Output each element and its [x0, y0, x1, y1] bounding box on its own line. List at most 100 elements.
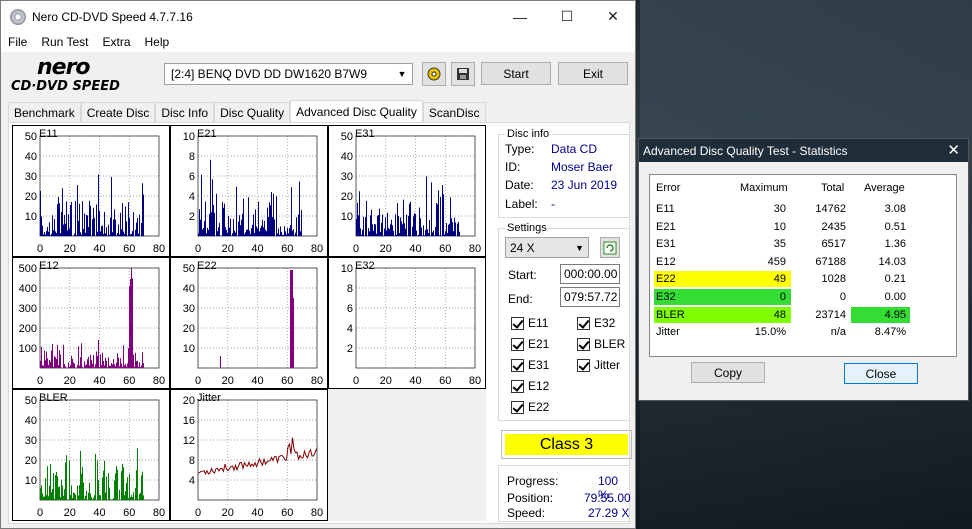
series-bars: [40, 174, 144, 236]
statistics-list: Error Maximum Total Average E11 30 14762 3.08 E2…: [649, 174, 957, 357]
statistics-row[interactable]: E22 49 1028 0.21: [650, 271, 950, 289]
cell-total: n/a: [830, 326, 846, 339]
speed-value: 27.29 X: [588, 506, 630, 520]
x-tick-label: 40: [409, 243, 421, 255]
chart-plot: 201612840 20 40 60 80: [183, 395, 323, 519]
drive-select[interactable]: [2:4] BENQ DVD DD DW1620 B7W9 ▼: [164, 63, 413, 85]
cell-total: 67188: [815, 255, 846, 268]
cell-average: 0.00: [884, 291, 906, 303]
tab-disc-info[interactable]: Disc Info: [155, 102, 215, 122]
cell-error: BLER: [656, 308, 685, 321]
checkbox-e32[interactable]: E32: [577, 316, 615, 330]
statistics-row[interactable]: E12 459 67188 14.03: [650, 254, 950, 272]
close-button[interactable]: ✕: [590, 1, 636, 32]
checkbox-e12[interactable]: E12: [511, 379, 549, 393]
empty-chart-slot: [328, 389, 486, 521]
checkbox-e22[interactable]: E22: [511, 400, 549, 414]
speed-select[interactable]: 24 X ▼: [505, 237, 589, 258]
y-tick-label: 20: [25, 191, 37, 203]
statistics-row[interactable]: E31 35 6517 1.36: [650, 236, 950, 254]
checkbox-e21-label: E21: [528, 337, 550, 351]
checkbox-jitter[interactable]: Jitter: [577, 358, 620, 372]
chart-title: Jitter: [197, 392, 221, 404]
chart-plot: 1086420 20 40 60 80: [341, 263, 481, 387]
chart-plot: 50 40 30 20 10 0 20 40 60 80: [183, 263, 323, 387]
column-header[interactable]: Total: [821, 182, 844, 194]
checkbox-checked-icon: [511, 337, 524, 351]
tab-disc-quality[interactable]: Disc Quality: [214, 102, 291, 122]
class-result-label: Class 3: [505, 434, 628, 455]
logo-nero-text: nero: [37, 55, 91, 80]
refresh-speed-button[interactable]: [600, 237, 620, 258]
start-input[interactable]: 000:00.00: [560, 264, 620, 284]
x-tick-label: 40: [93, 375, 105, 387]
y-tick-label: 16: [183, 415, 195, 427]
x-tick-label: 80: [469, 375, 481, 387]
cell-total: 23714: [815, 308, 846, 321]
advanced-disc-quality-panel: 50 40 30 20 10 0 20 40 60 80 E11 10 8 6 4 2 0 20 40 60 80 E21…: [8, 122, 632, 524]
menu-extra[interactable]: Extra: [95, 35, 137, 49]
chart-e32: 10 8 6 4 2 0 20 40 60 80 E32: [328, 257, 486, 389]
x-tick-label: 40: [409, 375, 421, 387]
y-tick-label: 200: [19, 323, 37, 335]
minimize-button[interactable]: —: [497, 1, 543, 32]
chart-jitter: 20 16 12 8 4 0 20 40 60 80 Jitter: [170, 389, 328, 521]
save-button[interactable]: [451, 62, 475, 86]
menu-file[interactable]: File: [1, 35, 34, 49]
x-tick-label: 20: [222, 507, 234, 519]
x-tick-label: 80: [153, 375, 165, 387]
x-tick-label: 60: [281, 243, 293, 255]
statistics-row[interactable]: BLER 48 23714 4.95: [650, 306, 950, 325]
y-tick-label: 40: [183, 283, 195, 295]
y-tick-label: 50: [25, 131, 37, 143]
y-tick-label: 50: [25, 395, 37, 407]
statistics-row[interactable]: Jitter 15.0% n/a 8.47%: [650, 324, 950, 342]
cell-maximum: 0: [779, 291, 786, 303]
y-tick-label: 40: [341, 151, 353, 163]
checkbox-checked-icon: [577, 358, 590, 372]
x-tick-label: 60: [439, 243, 451, 255]
close-dialog-button[interactable]: Close: [844, 363, 918, 384]
end-input[interactable]: 079:57.72: [560, 287, 620, 307]
exit-button[interactable]: Exit: [558, 62, 628, 85]
y-tick-label: 10: [341, 211, 353, 223]
series-bars: [198, 159, 302, 236]
checkbox-e31[interactable]: E31: [511, 358, 549, 372]
tab-advanced-disc-quality[interactable]: Advanced Disc Quality: [290, 100, 423, 123]
close-icon[interactable]: ✕: [947, 141, 960, 159]
copy-button[interactable]: Copy: [691, 362, 765, 383]
save-icon: [457, 68, 469, 80]
statistics-row[interactable]: E21 10 2435 0.51: [650, 219, 950, 237]
tab-benchmark[interactable]: Benchmark: [8, 102, 81, 122]
eject-button[interactable]: [422, 62, 446, 86]
cell-error: E32: [656, 291, 676, 303]
menu-run-test[interactable]: Run Test: [34, 35, 95, 49]
maximize-button[interactable]: ☐: [544, 1, 590, 32]
x-tick-label: 80: [153, 507, 165, 519]
column-header[interactable]: Average: [864, 182, 905, 194]
position-label: Position:: [507, 491, 554, 505]
cell-maximum: 459: [767, 255, 786, 268]
tab-scandisc[interactable]: ScanDisc: [422, 102, 486, 122]
y-tick-label: 20: [183, 395, 195, 407]
checkbox-e21[interactable]: E21: [511, 337, 549, 351]
start-label: Start:: [508, 268, 537, 282]
speed-select-value: 24 X: [510, 240, 535, 255]
tab-create-disc[interactable]: Create Disc: [80, 102, 156, 122]
x-tick-label: 80: [311, 507, 323, 519]
x-tick-label: 40: [93, 507, 105, 519]
checkbox-checked-icon: [511, 400, 524, 414]
main-window: Nero CD-DVD Speed 4.7.7.16 — ☐ ✕ File Ru…: [0, 0, 636, 529]
disc-type-value: Data CD: [551, 142, 598, 156]
statistics-row[interactable]: E32 0 0 0.00: [650, 289, 950, 307]
menu-help[interactable]: Help: [138, 35, 177, 49]
statistics-row[interactable]: E11 30 14762 3.08: [650, 201, 950, 219]
checkbox-e11[interactable]: E11: [511, 316, 548, 330]
checkbox-bler[interactable]: BLER: [577, 337, 625, 351]
start-button[interactable]: Start: [481, 62, 551, 85]
speed-label: Speed:: [507, 506, 546, 520]
disc-info-legend: Disc info: [507, 128, 550, 140]
column-header[interactable]: Maximum: [740, 182, 788, 194]
column-header[interactable]: Error: [656, 182, 680, 194]
y-tick-label: 50: [341, 131, 353, 143]
